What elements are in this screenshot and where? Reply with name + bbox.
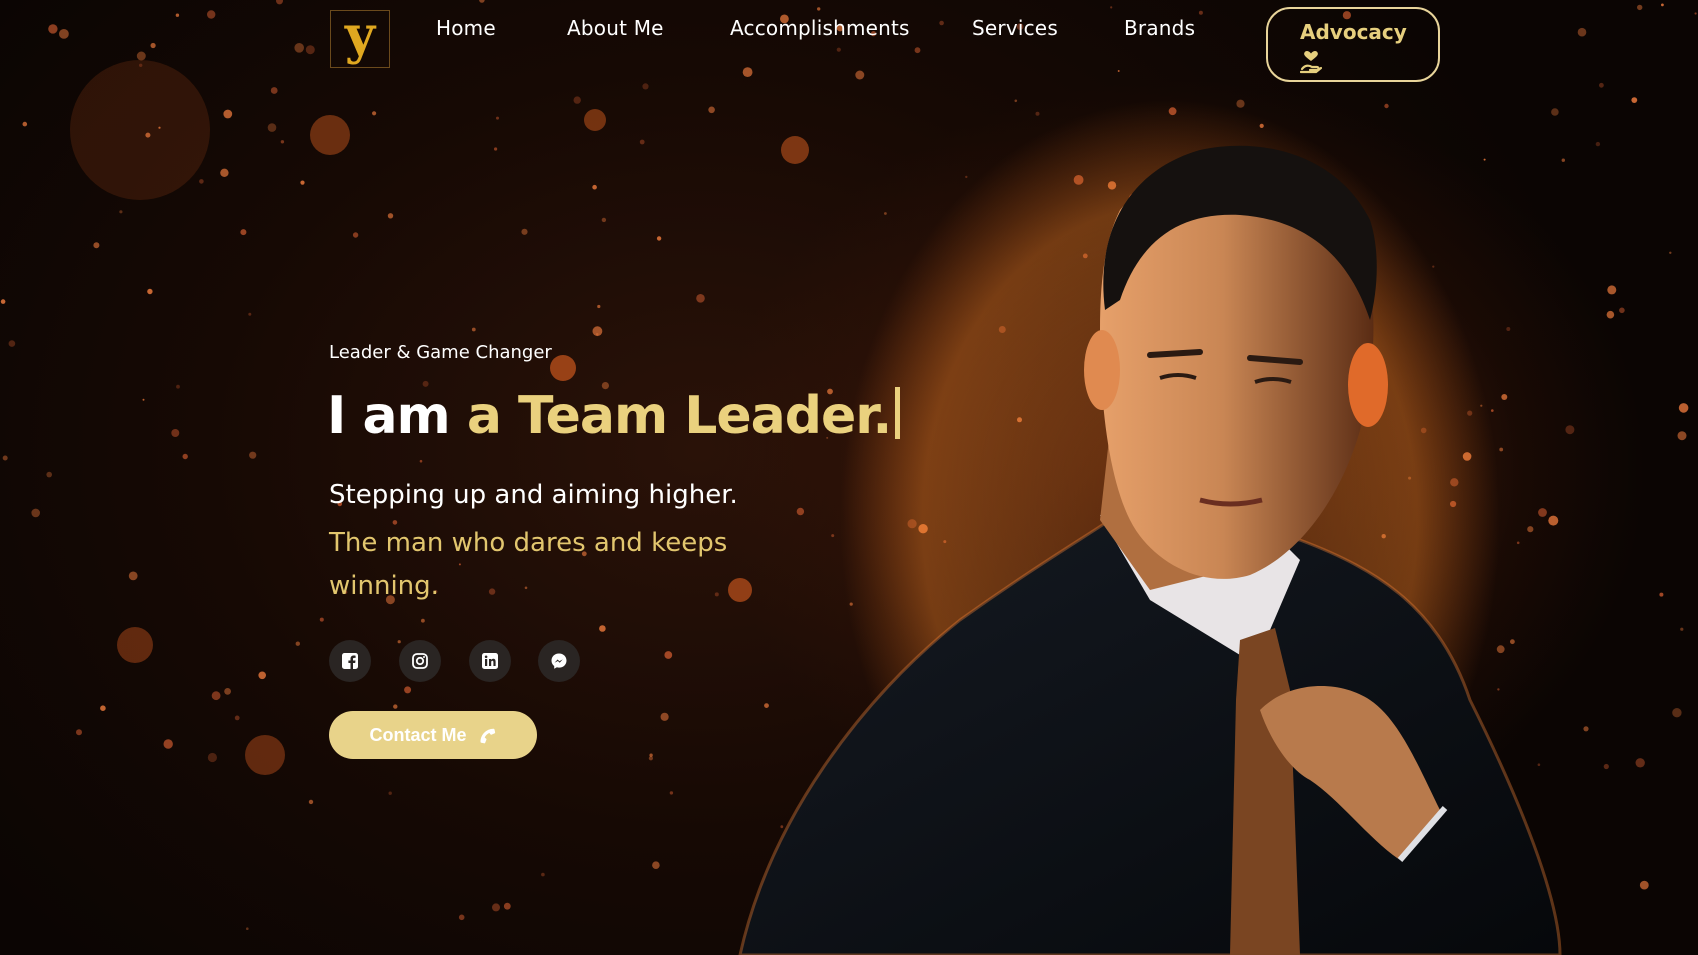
headline-prefix: I am (327, 386, 451, 446)
linkedin-icon (482, 653, 498, 669)
hero-headline: I am a Team Leader. (327, 386, 901, 446)
contact-me-label: Contact Me (369, 724, 467, 745)
messenger-icon (551, 653, 567, 669)
facebook-icon (342, 653, 358, 670)
hand-heart-icon (1300, 51, 1322, 74)
advocacy-button[interactable]: Advocacy (1266, 7, 1440, 82)
headline-typed-text: a Team Leader. (466, 386, 892, 446)
hero-eyebrow: Leader & Game Changer (329, 342, 552, 363)
contact-me-button[interactable]: Contact Me (329, 711, 537, 759)
instagram-link[interactable] (399, 640, 441, 682)
advocacy-label: Advocacy (1300, 20, 1407, 44)
hero-section: y Home About Me Accomplishments Services… (0, 0, 1698, 955)
typing-cursor (895, 387, 901, 439)
nav-about-me[interactable]: About Me (567, 16, 664, 40)
instagram-icon (412, 653, 428, 669)
phone-icon (480, 728, 495, 744)
logo-glyph: y (344, 5, 376, 66)
site-logo[interactable]: y (330, 10, 390, 68)
facebook-link[interactable] (329, 640, 371, 682)
nav-services[interactable]: Services (972, 16, 1058, 40)
linkedin-link[interactable] (469, 640, 511, 682)
nav-accomplishments[interactable]: Accomplishments (730, 16, 910, 40)
nav-brands[interactable]: Brands (1124, 16, 1195, 40)
hero-tagline-1: Stepping up and aiming higher. (329, 480, 738, 510)
hero-tagline-2: The man who dares and keeps winning. (329, 528, 728, 601)
nav-home[interactable]: Home (436, 16, 496, 40)
portrait-image (738, 100, 1562, 955)
messenger-link[interactable] (538, 640, 580, 682)
